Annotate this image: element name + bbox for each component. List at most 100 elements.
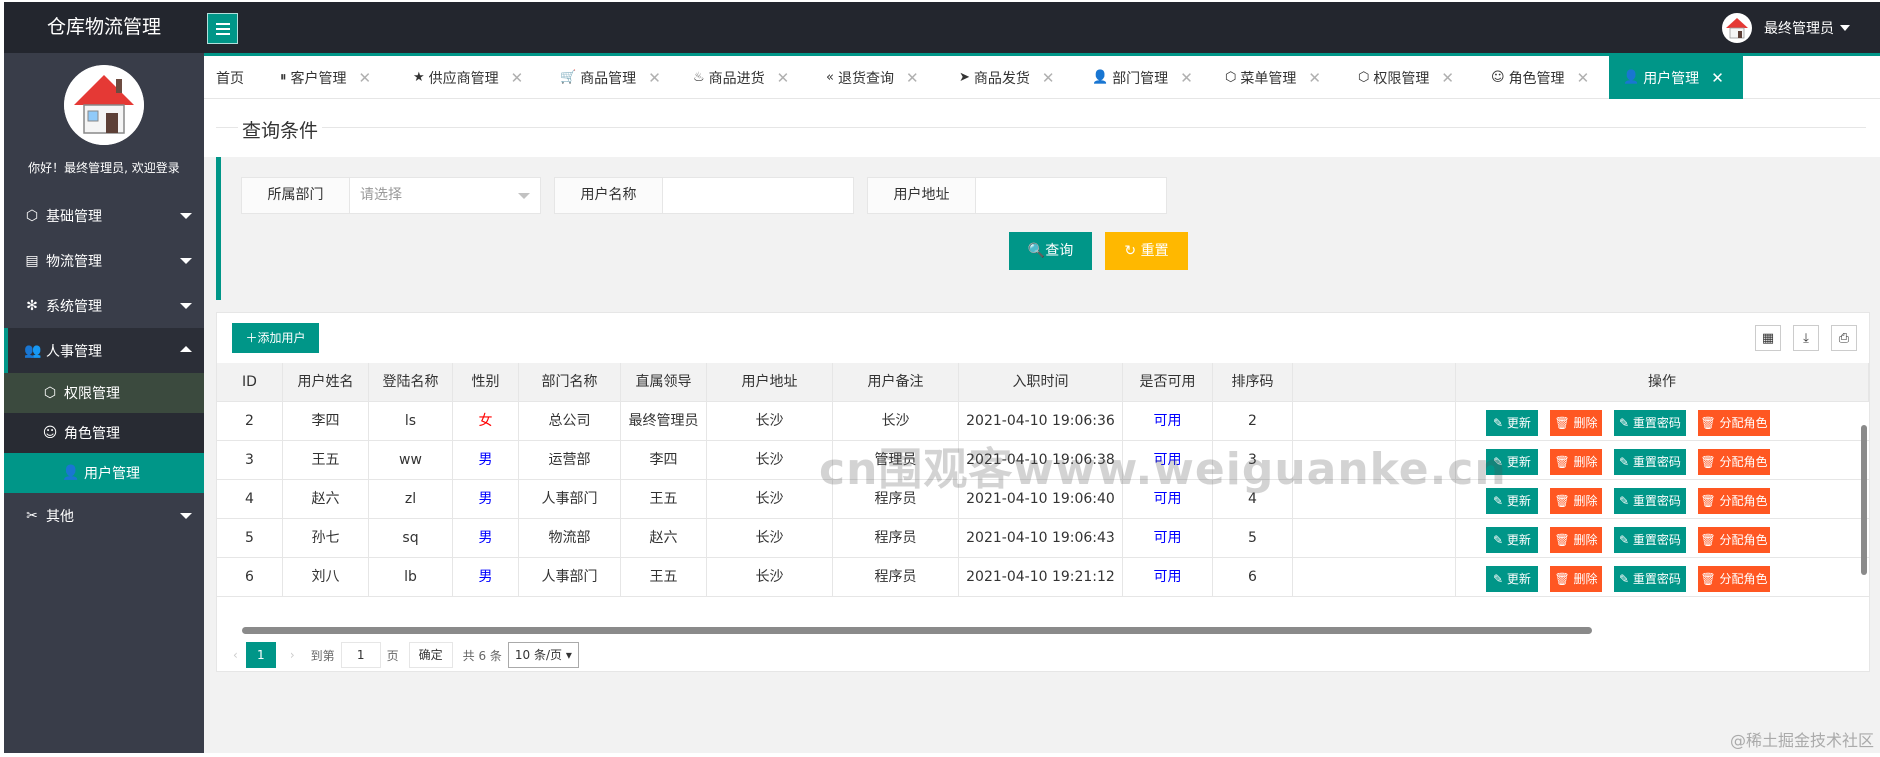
tab-label: 首页 bbox=[216, 70, 244, 87]
delete-button[interactable]: 🗑 删除 bbox=[1550, 410, 1602, 436]
reset-password-button[interactable]: ✎ 重置密码 bbox=[1614, 488, 1686, 514]
delete-button[interactable]: 🗑 删除 bbox=[1550, 449, 1602, 475]
vertical-scrollbar[interactable] bbox=[1860, 405, 1868, 615]
sub-item-permission[interactable]: ⬡ 权限管理 bbox=[4, 373, 204, 413]
chevron-down-icon bbox=[518, 193, 530, 199]
menu-toggle-button[interactable] bbox=[207, 13, 238, 44]
gear-icon: ✻ bbox=[26, 297, 38, 314]
close-icon[interactable]: ✕ bbox=[1180, 69, 1193, 87]
delete-button[interactable]: 🗑 删除 bbox=[1550, 566, 1602, 592]
cell-name: 赵六 bbox=[283, 480, 369, 519]
horizontal-scrollbar[interactable] bbox=[217, 625, 1869, 635]
nav-item-other[interactable]: ✂ 其他 bbox=[4, 493, 204, 538]
tab-role[interactable]: ☺ 角色管理 ✕ bbox=[1491, 56, 1589, 99]
add-user-button[interactable]: ＋添加用户 bbox=[232, 323, 319, 353]
table-row: 6 刘八 lb 男人事部门 王五 长沙 程序员 2021-04-10 19:21:12 可用 6 ✎… bbox=[217, 558, 1869, 597]
delete-button[interactable]: 🗑 删除 bbox=[1550, 527, 1602, 553]
assign-role-button[interactable]: 🗑 分配角色 bbox=[1698, 527, 1770, 553]
hr-submenu: ⬡ 权限管理 ☺ 角色管理 👤 用户管理 bbox=[4, 373, 204, 493]
nav-label: 人事管理 bbox=[46, 343, 102, 360]
dept-select[interactable]: 请选择 bbox=[350, 178, 540, 213]
trash-icon: 🗑 bbox=[1554, 455, 1574, 469]
reset-password-button[interactable]: ✎ 重置密码 bbox=[1614, 566, 1686, 592]
watermark-text: cn围观客www.weiguanke.cn bbox=[819, 444, 1507, 495]
nav-item-logistics[interactable]: ▤ 物流管理 bbox=[4, 238, 204, 283]
nav-item-hr[interactable]: 👥 人事管理 bbox=[4, 328, 204, 373]
nav-item-basic[interactable]: ⬡ 基础管理 bbox=[4, 193, 204, 238]
close-icon[interactable]: ✕ bbox=[648, 69, 661, 87]
assign-role-button[interactable]: 🗑 分配角色 bbox=[1698, 449, 1770, 475]
close-icon[interactable]: ✕ bbox=[906, 69, 919, 87]
close-icon[interactable]: ✕ bbox=[511, 69, 524, 87]
tab-customer[interactable]: ⏸ 客户管理 ✕ bbox=[280, 56, 371, 99]
nav-item-system[interactable]: ✻ 系统管理 bbox=[4, 283, 204, 328]
tab-purchase[interactable]: ♨ 商品进货 ✕ bbox=[693, 56, 789, 99]
search-button[interactable]: 🔍查询 bbox=[1009, 232, 1092, 270]
column-header: 用户地址 bbox=[707, 363, 833, 402]
tab-home[interactable]: 首页 bbox=[216, 56, 244, 99]
update-button-label: 更新 bbox=[1506, 416, 1531, 430]
column-header: 性别 bbox=[453, 363, 519, 402]
tab-department[interactable]: 👤 部门管理 ✕ bbox=[1092, 56, 1193, 99]
tab-menu[interactable]: ⬡ 菜单管理 ✕ bbox=[1225, 56, 1321, 99]
addr-label: 用户地址 bbox=[868, 178, 976, 213]
close-icon[interactable]: ✕ bbox=[1308, 69, 1321, 87]
current-page[interactable]: 1 bbox=[245, 642, 276, 668]
export-button[interactable]: ⤓ bbox=[1793, 325, 1819, 351]
reset-password-button[interactable]: ✎ 重置密码 bbox=[1614, 410, 1686, 436]
sub-item-role[interactable]: ☺ 角色管理 bbox=[4, 413, 204, 453]
total-count: 共 6 条 bbox=[462, 648, 502, 663]
cell-dept: 人事部门 bbox=[519, 558, 621, 597]
tab-user[interactable]: 👤 用户管理 ✕ bbox=[1609, 56, 1743, 99]
pencil-icon: ✎ bbox=[1493, 416, 1507, 430]
sub-item-user[interactable]: 👤 用户管理 bbox=[4, 453, 204, 493]
reset-button[interactable]: ↻ 重置 bbox=[1105, 232, 1188, 270]
goto-confirm-button[interactable]: 确定 bbox=[408, 642, 453, 668]
welcome-text: 你好！最终管理员, 欢迎登录 bbox=[28, 161, 180, 175]
assign-role-button[interactable]: 🗑 分配角色 bbox=[1698, 566, 1770, 592]
addr-input[interactable] bbox=[976, 178, 1166, 213]
prev-page-icon[interactable]: ‹ bbox=[233, 648, 238, 662]
app-root: 仓库物流管理 最终管理员 你好！最终管理员, 欢迎登录 ⬡ 基础管理 ▤ 物流管… bbox=[0, 0, 1880, 757]
cell-sex: 男 bbox=[453, 519, 519, 558]
close-icon[interactable]: ✕ bbox=[1042, 69, 1055, 87]
cell-hired: 2021-04-10 19:06:43 bbox=[959, 519, 1123, 558]
tab-label: 供应商管理 bbox=[428, 70, 499, 87]
update-button[interactable]: ✎ 更新 bbox=[1486, 527, 1538, 553]
goto-page-input[interactable]: 1 bbox=[340, 642, 381, 668]
close-icon[interactable]: ✕ bbox=[1441, 69, 1454, 87]
delete-button[interactable]: 🗑 删除 bbox=[1550, 488, 1602, 514]
tab-supplier[interactable]: ★ 供应商管理 ✕ bbox=[413, 56, 523, 99]
tab-returns[interactable]: « 退货查询 ✕ bbox=[826, 56, 919, 99]
update-button[interactable]: ✎ 更新 bbox=[1486, 566, 1538, 592]
print-button[interactable]: ⎙ bbox=[1831, 325, 1857, 351]
cell-dept: 运营部 bbox=[519, 441, 621, 480]
close-icon[interactable]: ✕ bbox=[359, 69, 372, 87]
assign-role-button[interactable]: 🗑 分配角色 bbox=[1698, 410, 1770, 436]
close-icon[interactable]: ✕ bbox=[777, 69, 790, 87]
reset-password-button[interactable]: ✎ 重置密码 bbox=[1614, 449, 1686, 475]
column-header: 用户姓名 bbox=[283, 363, 369, 402]
tab-goods[interactable]: 🛒 商品管理 ✕ bbox=[560, 56, 661, 99]
row-actions: ✎ 更新 🗑 删除 ✎ 重置密码 🗑 分配角色 bbox=[1455, 441, 1869, 480]
cube-icon: ⬡ bbox=[1358, 70, 1370, 85]
page-size-select[interactable]: 10 条/页 ▾ bbox=[507, 642, 579, 668]
users-icon: 👥 bbox=[24, 342, 42, 359]
tab-permission[interactable]: ⬡ 权限管理 ✕ bbox=[1358, 56, 1454, 99]
reset-password-button[interactable]: ✎ 重置密码 bbox=[1614, 527, 1686, 553]
name-input[interactable] bbox=[663, 178, 853, 213]
tab-label: 角色管理 bbox=[1508, 70, 1565, 87]
reset-password-button-label: 重置密码 bbox=[1632, 455, 1681, 469]
row-actions: ✎ 更新 🗑 删除 ✎ 重置密码 🗑 分配角色 bbox=[1455, 402, 1869, 441]
trash-icon: 🗑 bbox=[1700, 494, 1720, 508]
user-icon: 👤 bbox=[1623, 70, 1640, 85]
next-page-icon[interactable]: › bbox=[290, 648, 295, 662]
cell-name: 刘八 bbox=[283, 558, 369, 597]
tab-shipping[interactable]: ➤ 商品发货 ✕ bbox=[959, 56, 1054, 99]
user-menu[interactable]: 最终管理员 bbox=[1722, 2, 1850, 53]
close-icon[interactable]: ✕ bbox=[1577, 69, 1590, 87]
close-icon[interactable]: ✕ bbox=[1711, 69, 1724, 87]
assign-role-button[interactable]: 🗑 分配角色 bbox=[1698, 488, 1770, 514]
columns-filter-button[interactable]: ▦ bbox=[1755, 325, 1781, 351]
tab-label: 客户管理 bbox=[290, 70, 347, 87]
